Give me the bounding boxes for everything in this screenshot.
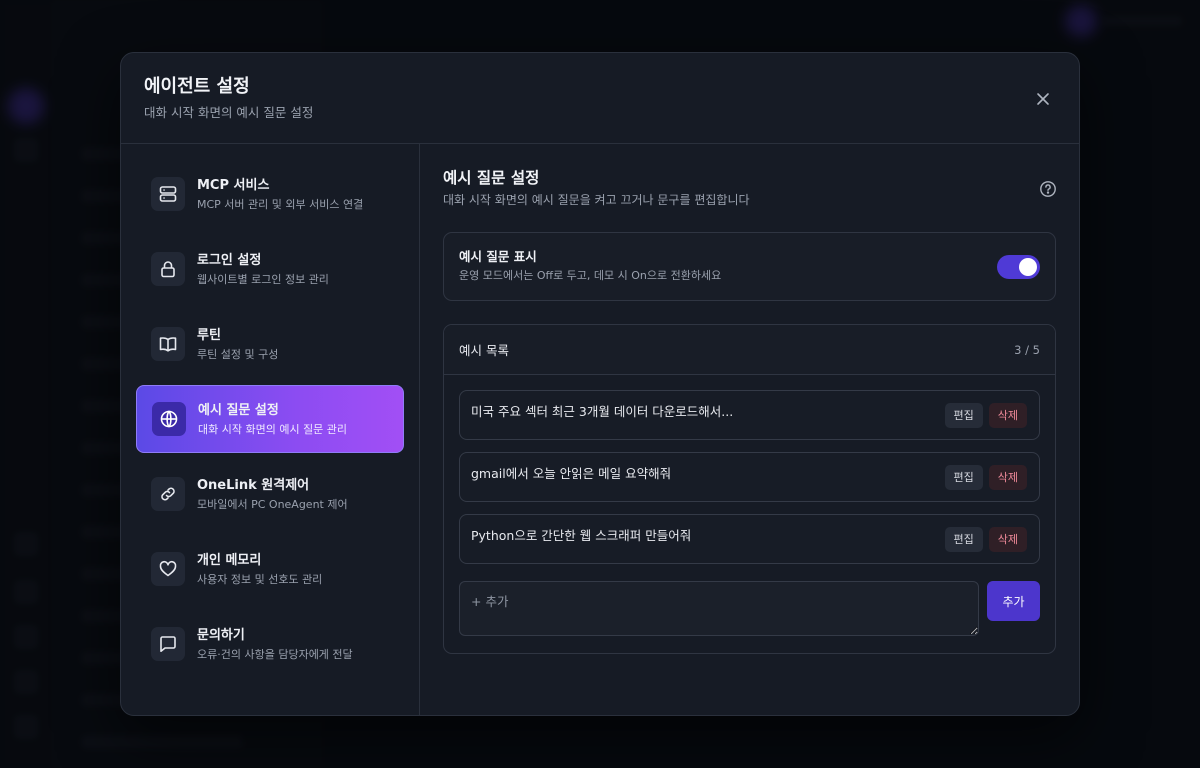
modal-body: MCP 서비스 MCP 서버 관리 및 외부 서비스 연결 로그인 설정 웹사이… bbox=[121, 144, 1079, 715]
modal-subtitle: 대화 시작 화면의 예시 질문 설정 bbox=[144, 105, 314, 120]
server-icon bbox=[159, 186, 177, 202]
sidebar-item-personal-memory[interactable]: 개인 메모리 사용자 정보 및 선호도 관리 bbox=[136, 535, 404, 603]
delete-button[interactable]: 삭제 bbox=[988, 465, 1027, 490]
sidebar-item-desc: 오류·건의 사항을 담당자에게 전달 bbox=[197, 647, 353, 661]
sidebar-item-desc: 사용자 정보 및 선호도 관리 bbox=[197, 572, 323, 586]
sidebar-item-desc: 루틴 설정 및 구성 bbox=[197, 347, 279, 361]
modal-header: 에이전트 설정 대화 시작 화면의 예시 질문 설정 bbox=[121, 53, 1079, 144]
settings-content: 예시 질문 설정 대화 시작 화면의 예시 질문을 켜고 끄거나 문구를 편집합… bbox=[420, 144, 1079, 715]
list-item: 미국 주요 섹터 최근 3개월 데이터 다운로드해서... 편집 삭제 bbox=[459, 390, 1040, 440]
globe-icon bbox=[160, 410, 178, 428]
sidebar-item-contact[interactable]: 문의하기 오류·건의 사항을 담당자에게 전달 bbox=[136, 610, 404, 678]
example-text: Python으로 간단한 웹 스크래퍼 만들어줘 bbox=[471, 528, 692, 543]
list-body: 미국 주요 섹터 최근 3개월 데이터 다운로드해서... 편집 삭제 gmai… bbox=[444, 375, 1055, 636]
add-row: 추가 bbox=[459, 581, 1040, 636]
sidebar-item-desc: 모바일에서 PC OneAgent 제어 bbox=[197, 497, 348, 511]
sidebar-item-mcp-services[interactable]: MCP 서비스 MCP 서버 관리 및 외부 서비스 연결 bbox=[136, 160, 404, 228]
sidebar-item-routine[interactable]: 루틴 루틴 설정 및 구성 bbox=[136, 310, 404, 378]
book-icon bbox=[159, 337, 177, 352]
show-examples-card: 예시 질문 표시 운영 모드에서는 Off로 두고, 데모 시 On으로 전환하… bbox=[443, 232, 1056, 301]
close-button[interactable] bbox=[1031, 87, 1055, 111]
section-title: 예시 질문 설정 bbox=[443, 169, 540, 187]
sidebar-item-title: 개인 메모리 bbox=[197, 552, 262, 568]
example-list-card: 예시 목록 3 / 5 미국 주요 섹터 최근 3개월 데이터 다운로드해서..… bbox=[443, 324, 1056, 654]
sidebar-item-onelink[interactable]: OneLink 원격제어 모바일에서 PC OneAgent 제어 bbox=[136, 460, 404, 528]
modal-title: 에이전트 설정 bbox=[144, 76, 250, 97]
sidebar-item-title: 예시 질문 설정 bbox=[198, 402, 279, 418]
toggle-knob bbox=[1019, 258, 1037, 276]
edit-button[interactable]: 편집 bbox=[944, 403, 983, 428]
link-icon bbox=[161, 487, 175, 501]
delete-button[interactable]: 삭제 bbox=[988, 403, 1027, 428]
sidebar-item-title: 문의하기 bbox=[197, 627, 245, 643]
sidebar-item-title: 로그인 설정 bbox=[197, 252, 262, 268]
message-icon bbox=[160, 636, 176, 652]
example-text: 미국 주요 섹터 최근 3개월 데이터 다운로드해서... bbox=[471, 404, 734, 419]
delete-button[interactable]: 삭제 bbox=[988, 527, 1027, 552]
edit-button[interactable]: 편집 bbox=[944, 527, 983, 552]
toggle-desc: 운영 모드에서는 Off로 두고, 데모 시 On으로 전환하세요 bbox=[459, 269, 722, 282]
show-examples-toggle[interactable] bbox=[997, 255, 1040, 279]
lock-icon bbox=[161, 261, 175, 278]
help-icon bbox=[1040, 181, 1056, 197]
heart-icon bbox=[159, 560, 177, 577]
list-item: gmail에서 오늘 안읽은 메일 요약해줘 편집 삭제 bbox=[459, 452, 1040, 502]
help-button[interactable] bbox=[1039, 180, 1057, 198]
add-example-input[interactable] bbox=[459, 581, 979, 636]
list-count: 3 / 5 bbox=[1014, 342, 1040, 357]
settings-sidebar: MCP 서비스 MCP 서버 관리 및 외부 서비스 연결 로그인 설정 웹사이… bbox=[121, 144, 420, 715]
agent-settings-modal: 에이전트 설정 대화 시작 화면의 예시 질문 설정 MCP 서비스 MCP 서… bbox=[120, 52, 1080, 716]
list-item: Python으로 간단한 웹 스크래퍼 만들어줘 편집 삭제 bbox=[459, 514, 1040, 564]
list-header: 예시 목록 3 / 5 bbox=[444, 325, 1055, 375]
close-icon bbox=[1037, 93, 1049, 105]
section-desc: 대화 시작 화면의 예시 질문을 켜고 끄거나 문구를 편집합니다 bbox=[443, 193, 750, 207]
add-button[interactable]: 추가 bbox=[987, 581, 1040, 621]
sidebar-item-title: MCP 서비스 bbox=[197, 177, 270, 193]
example-text: gmail에서 오늘 안읽은 메일 요약해줘 bbox=[471, 466, 672, 481]
toggle-title: 예시 질문 표시 bbox=[459, 249, 537, 264]
sidebar-item-example-questions[interactable]: 예시 질문 설정 대화 시작 화면의 예시 질문 관리 bbox=[136, 385, 404, 453]
sidebar-item-title: 루틴 bbox=[197, 327, 221, 343]
sidebar-item-login-settings[interactable]: 로그인 설정 웹사이트별 로그인 정보 관리 bbox=[136, 235, 404, 303]
sidebar-item-desc: 대화 시작 화면의 예시 질문 관리 bbox=[198, 422, 348, 436]
sidebar-item-desc: MCP 서버 관리 및 외부 서비스 연결 bbox=[197, 197, 364, 211]
edit-button[interactable]: 편집 bbox=[944, 465, 983, 490]
list-title: 예시 목록 bbox=[459, 343, 509, 358]
sidebar-item-title: OneLink 원격제어 bbox=[197, 477, 310, 493]
sidebar-item-desc: 웹사이트별 로그인 정보 관리 bbox=[197, 272, 329, 286]
